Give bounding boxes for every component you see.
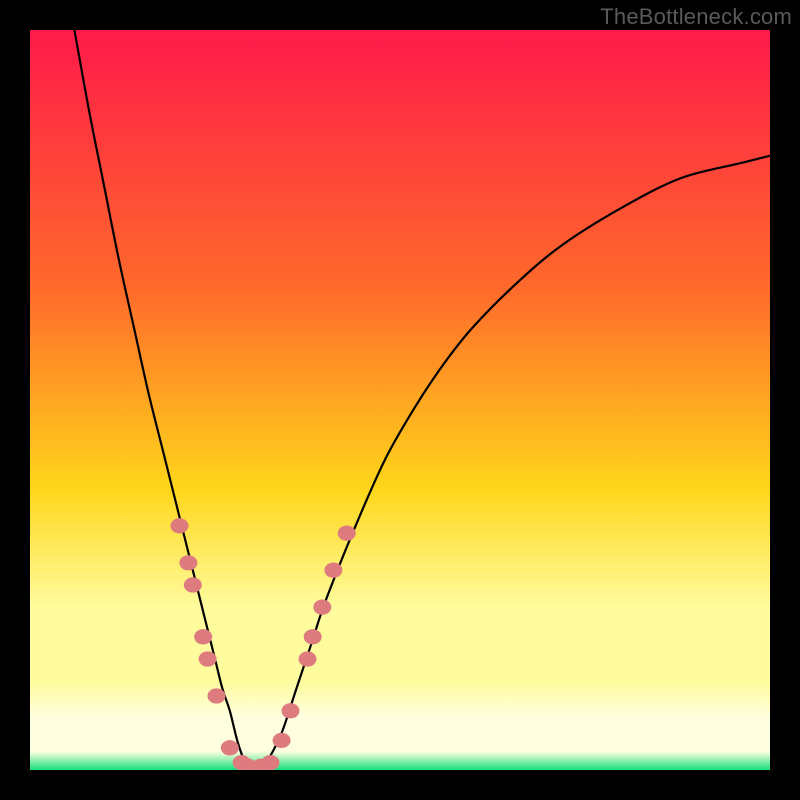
curve-marker bbox=[207, 688, 225, 703]
curve-left-branch bbox=[74, 30, 244, 763]
curve-marker bbox=[194, 629, 212, 644]
curve-right-branch bbox=[267, 156, 770, 763]
curve-marker bbox=[184, 577, 202, 592]
plot-area bbox=[30, 30, 770, 770]
curve-marker bbox=[199, 651, 217, 666]
curve-marker bbox=[299, 651, 317, 666]
curve-layer bbox=[30, 30, 770, 770]
curve-marker bbox=[304, 629, 322, 644]
curve-markers bbox=[170, 518, 355, 770]
curve-marker bbox=[313, 600, 331, 615]
curve-marker bbox=[221, 740, 239, 755]
chart-frame: TheBottleneck.com bbox=[0, 0, 800, 800]
watermark-text: TheBottleneck.com bbox=[600, 4, 792, 30]
curve-marker bbox=[281, 703, 299, 718]
curve-marker bbox=[170, 518, 188, 533]
curve-marker bbox=[179, 555, 197, 570]
curve-marker bbox=[273, 733, 291, 748]
curve-marker bbox=[324, 563, 342, 578]
curve-marker bbox=[338, 526, 356, 541]
